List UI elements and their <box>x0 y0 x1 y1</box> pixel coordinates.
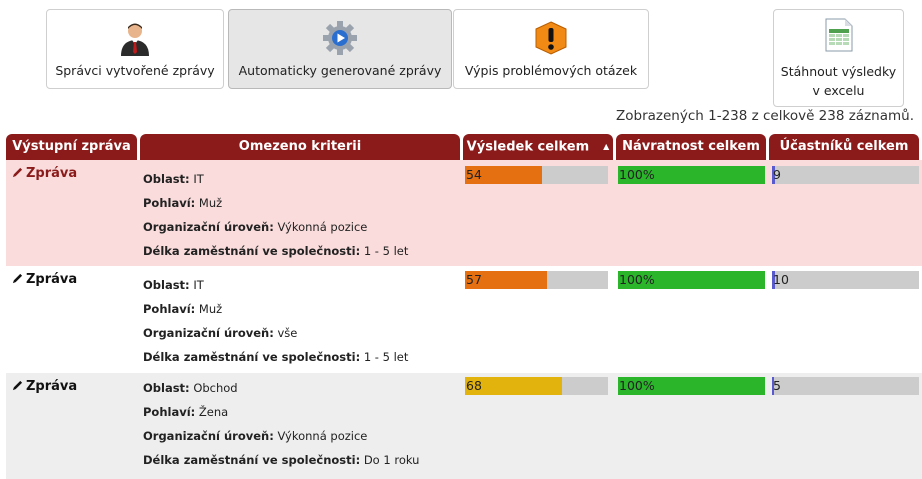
criteria-key: Délka zaměstnání ve společnosti: <box>143 244 361 258</box>
return-bar: 100% <box>618 271 765 289</box>
criteria-item: Organizační úroveň: vše <box>143 326 297 340</box>
download-excel-label: Stáhnout výsledky v excelu <box>774 62 903 100</box>
criteria-value: IT <box>193 278 204 292</box>
gear-play-icon <box>323 21 357 55</box>
report-link[interactable]: Zpráva <box>12 272 77 287</box>
criteria-value: Žena <box>198 405 229 419</box>
criteria-key: Organizační úroveň: <box>143 326 274 340</box>
report-link-label: Zpráva <box>26 379 78 394</box>
pencil-icon <box>12 167 23 178</box>
col-header-return: Návratnost celkem <box>616 134 766 160</box>
criteria-item: Organizační úroveň: Výkonná pozice <box>143 429 367 443</box>
criteria-value: Muž <box>198 196 223 210</box>
col-header-result-label: Výsledek celkem <box>466 139 590 155</box>
problem-questions-label: Výpis problémových otázek <box>464 63 638 78</box>
warning-icon <box>535 21 567 55</box>
sort-asc-icon: ▲ <box>603 142 610 151</box>
download-excel-line1: Stáhnout výsledky <box>780 64 897 79</box>
participants-value: 5 <box>773 378 781 393</box>
pencil-icon <box>12 273 23 284</box>
col-header-report: Výstupní zpráva <box>6 134 137 160</box>
table-row: Zpráva Oblast: IT Pohlaví: Muž Organizač… <box>6 266 922 373</box>
auto-reports-label: Automaticky generované zprávy <box>238 63 442 78</box>
criteria-key: Pohlaví: <box>143 196 196 210</box>
participants-bar: 9 <box>772 166 919 184</box>
report-link[interactable]: Zpráva <box>12 379 77 394</box>
criteria-item: Délka zaměstnání ve společnosti: 1 - 5 l… <box>143 244 408 258</box>
result-bar: 68 <box>465 377 608 395</box>
criteria-value: 1 - 5 let <box>363 350 409 364</box>
col-header-participants: Účastníků celkem <box>769 134 919 160</box>
criteria-value: IT <box>193 172 204 186</box>
criteria-value: Do 1 roku <box>363 453 420 467</box>
criteria-item: Oblast: Obchod <box>143 381 238 395</box>
result-bar: 57 <box>465 271 608 289</box>
criteria-value: Muž <box>198 302 223 316</box>
criteria-item: Oblast: IT <box>143 278 204 292</box>
return-value: 100% <box>619 272 655 287</box>
result-bar: 54 <box>465 166 608 184</box>
criteria-item: Pohlaví: Žena <box>143 405 228 419</box>
criteria-key: Organizační úroveň: <box>143 429 274 443</box>
admin-reports-button[interactable]: Správci vytvořené zprávy <box>46 9 224 89</box>
criteria-key: Oblast: <box>143 172 190 186</box>
criteria-key: Délka zaměstnání ve společnosti: <box>143 350 361 364</box>
criteria-item: Oblast: IT <box>143 172 204 186</box>
return-value: 100% <box>619 378 655 393</box>
criteria-value: Výkonná pozice <box>277 220 368 234</box>
criteria-value: Obchod <box>193 381 238 395</box>
participants-value: 9 <box>773 167 781 182</box>
manager-person-icon <box>121 23 149 56</box>
return-value: 100% <box>619 167 655 182</box>
excel-spreadsheet-icon <box>825 18 852 52</box>
criteria-key: Pohlaví: <box>143 405 196 419</box>
criteria-key: Organizační úroveň: <box>143 220 274 234</box>
result-value: 54 <box>466 167 482 182</box>
col-header-criteria: Omezeno kriterii <box>140 134 460 160</box>
admin-reports-label: Správci vytvořené zprávy <box>55 63 215 78</box>
criteria-key: Délka zaměstnání ve společnosti: <box>143 453 361 467</box>
criteria-value: 1 - 5 let <box>363 244 409 258</box>
pencil-icon <box>12 380 23 391</box>
report-link-label: Zpráva <box>26 272 78 287</box>
criteria-item: Délka zaměstnání ve společnosti: Do 1 ro… <box>143 453 419 467</box>
result-value: 57 <box>466 272 482 287</box>
report-link-label: Zpráva <box>26 166 78 181</box>
criteria-item: Délka zaměstnání ve společnosti: 1 - 5 l… <box>143 350 408 364</box>
table-row: Zpráva Oblast: IT Pohlaví: Muž Organizač… <box>6 160 922 266</box>
table-row: Zpráva Oblast: Obchod Pohlaví: Žena Orga… <box>6 373 922 479</box>
participants-bar: 5 <box>772 377 919 395</box>
criteria-key: Oblast: <box>143 381 190 395</box>
criteria-key: Pohlaví: <box>143 302 196 316</box>
participants-value: 10 <box>773 272 789 287</box>
criteria-key: Oblast: <box>143 278 190 292</box>
criteria-item: Pohlaví: Muž <box>143 302 222 316</box>
problem-questions-button[interactable]: Výpis problémových otázek <box>453 9 649 89</box>
download-excel-button[interactable]: Stáhnout výsledky v excelu <box>773 9 904 107</box>
report-link[interactable]: Zpráva <box>12 166 77 181</box>
download-excel-line2: v excelu <box>812 83 865 98</box>
return-bar: 100% <box>618 166 765 184</box>
records-summary: Zobrazených 1-238 z celkově 238 záznamů. <box>616 108 914 124</box>
criteria-item: Organizační úroveň: Výkonná pozice <box>143 220 367 234</box>
col-header-result[interactable]: Výsledek celkem ▲ <box>463 134 613 160</box>
auto-reports-button[interactable]: Automaticky generované zprávy <box>228 9 452 89</box>
result-value: 68 <box>466 378 482 393</box>
criteria-value: Výkonná pozice <box>277 429 368 443</box>
criteria-item: Pohlaví: Muž <box>143 196 222 210</box>
participants-bar: 10 <box>772 271 919 289</box>
criteria-value: vše <box>277 326 298 340</box>
return-bar: 100% <box>618 377 765 395</box>
